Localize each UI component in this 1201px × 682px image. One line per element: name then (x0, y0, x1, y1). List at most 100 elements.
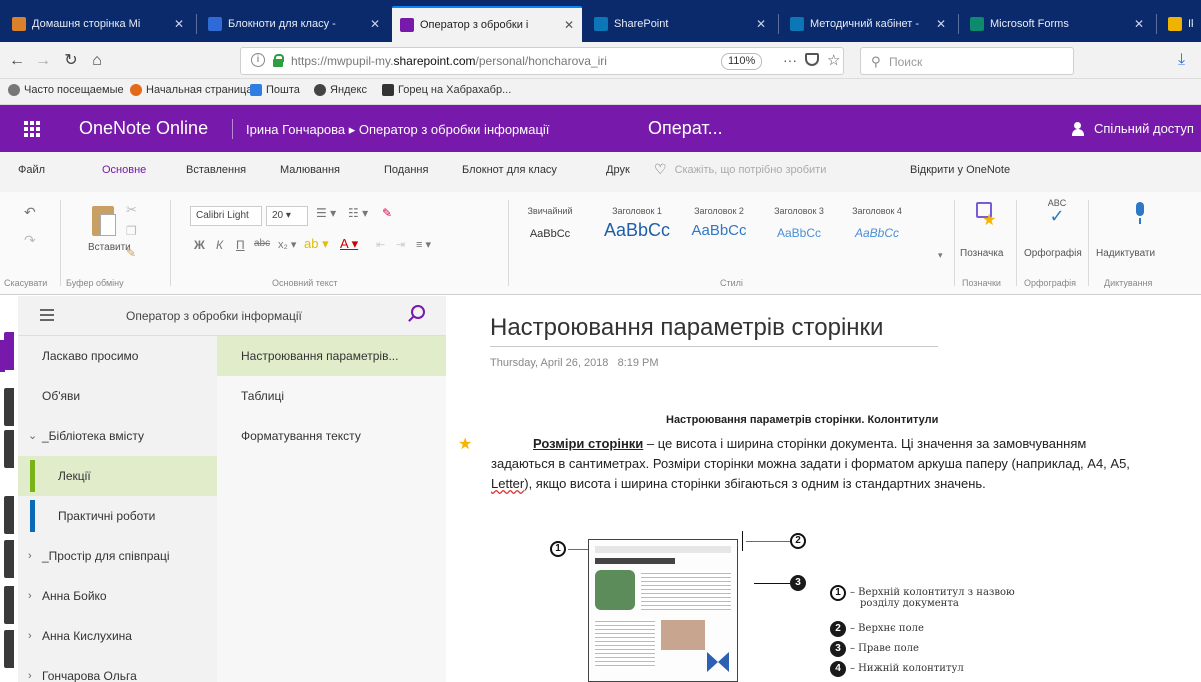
section-item[interactable]: Об'яви (18, 376, 217, 416)
site-info-icon[interactable]: i (251, 53, 265, 67)
rail-tab[interactable] (4, 540, 14, 578)
subscript-icon[interactable]: x₂ ▾ (278, 238, 296, 251)
body-paragraph[interactable]: Розміри сторінки – це висота і ширина ст… (491, 434, 1141, 494)
rail-tab[interactable] (4, 430, 14, 468)
underline-icon[interactable]: П (236, 238, 245, 252)
tell-me-search[interactable]: ♡ Скажіть, що потрібно зробити (654, 161, 826, 178)
rail-tab[interactable] (4, 332, 14, 370)
browser-tab[interactable]: Microsoft Forms ✕ (962, 6, 1152, 42)
style-heading-4[interactable]: Заголовок 4 AaBbCc (842, 206, 912, 240)
download-icon[interactable]: ⤓ (1178, 51, 1185, 69)
rail-tab[interactable] (4, 496, 14, 534)
browser-tab[interactable]: Домашня сторінка Mi ✕ (4, 6, 192, 42)
outdent-icon[interactable]: ⇤ (376, 238, 385, 251)
section-item[interactable]: Практичні роботи (18, 496, 217, 536)
tag-button[interactable]: Позначка (960, 248, 1003, 259)
page-item[interactable]: Форматування тексту (217, 416, 446, 456)
paste-icon[interactable] (88, 202, 118, 238)
rail-tab[interactable] (4, 388, 14, 426)
open-in-onenote-link[interactable]: Відкрити у OneNote (910, 164, 1010, 176)
pocket-icon[interactable] (805, 53, 819, 66)
font-color-icon[interactable]: A ▾ (340, 236, 358, 252)
breadcrumb[interactable]: Ірина Гончарова ▸ Оператор з обробки інф… (246, 122, 549, 138)
copy-icon[interactable]: ❐ (126, 224, 137, 238)
notebook-title[interactable]: Оператор з обробки інформації (126, 309, 302, 323)
align-icon[interactable]: ≡ ▾ (416, 238, 431, 251)
browser-tab[interactable]: Ik (1160, 6, 1201, 42)
bookmark-star-icon[interactable]: ☆ (827, 51, 840, 69)
spelling-icon[interactable]: ABC ✓ (1042, 198, 1072, 228)
section-heading[interactable]: Настроювання параметрів сторінки. Колонт… (666, 414, 938, 426)
tab-close-icon[interactable]: ✕ (936, 17, 946, 31)
microphone-icon[interactable] (1134, 202, 1146, 228)
tab-view[interactable]: Подання (384, 164, 428, 176)
section-group[interactable]: › Анна Бойко (18, 576, 217, 616)
font-size-select[interactable]: 20 ▾ (266, 206, 308, 226)
undo-icon[interactable]: ↶ (24, 204, 36, 221)
browser-tab[interactable]: Блокноти для класу - ✕ (200, 6, 388, 42)
hamburger-menu-icon[interactable] (40, 309, 54, 321)
forward-arrow-icon[interactable]: → (32, 50, 54, 72)
browser-tab[interactable]: Методичний кабінет - ✕ (782, 6, 954, 42)
strikethrough-icon[interactable]: abc (254, 238, 270, 249)
bookmark-item[interactable]: Часто посещаемые (8, 84, 124, 96)
font-name-select[interactable]: Calibri Light (190, 206, 262, 226)
italic-icon[interactable]: К (216, 238, 223, 252)
bookmark-item[interactable]: Яндекс (314, 84, 367, 96)
bold-icon[interactable]: Ж (194, 238, 205, 252)
section-item-selected[interactable]: Лекції (18, 456, 217, 496)
style-normal[interactable]: Звичайний AaBbCc (520, 206, 580, 240)
tab-class-notebook[interactable]: Блокнот для класу (462, 164, 557, 176)
clear-formatting-icon[interactable]: ✎ (382, 206, 392, 220)
app-launcher-icon[interactable] (24, 121, 40, 137)
indent-icon[interactable]: ⇥ (396, 238, 405, 251)
bullets-icon[interactable]: ☰ ▾ (316, 206, 336, 220)
style-heading-3[interactable]: Заголовок 3 AaBbCc (764, 206, 834, 240)
tag-icon[interactable]: ★ (974, 200, 1000, 229)
address-bar[interactable]: i https://mwpupil-my.sharepoint.com/pers… (240, 47, 844, 75)
paste-button[interactable]: Вставити (88, 242, 131, 253)
page-item-selected[interactable]: Настроювання параметрів... (217, 336, 446, 376)
section-group[interactable]: › _Простір для співпраці (18, 536, 217, 576)
tab-close-icon[interactable]: ✕ (370, 17, 380, 31)
reload-icon[interactable]: ↻ (60, 50, 82, 72)
numbering-icon[interactable]: ☷ ▾ (348, 206, 368, 220)
bookmark-item[interactable]: Горец на Хабрахабр... (382, 84, 511, 96)
page-actions-icon[interactable]: ··· (783, 52, 797, 68)
home-icon[interactable]: ⌂ (86, 50, 108, 72)
section-group[interactable]: › Анна Кислухина (18, 616, 217, 656)
tab-close-icon[interactable]: ✕ (756, 17, 766, 31)
search-input[interactable]: ⚲ Поиск (860, 47, 1074, 75)
spelling-button[interactable]: Орфографія (1024, 248, 1082, 259)
page-canvas[interactable]: Настроювання параметрів сторінки Thursda… (446, 296, 1201, 682)
app-title[interactable]: OneNote Online (79, 118, 208, 139)
share-button[interactable]: Спільний доступ (1072, 121, 1194, 136)
rail-tab[interactable] (4, 586, 14, 624)
tab-close-icon[interactable]: ✕ (174, 17, 184, 31)
format-painter-icon[interactable]: ✎ (126, 246, 136, 260)
tab-home[interactable]: Основне (102, 164, 146, 176)
tab-close-icon[interactable]: ✕ (564, 18, 574, 32)
tab-insert[interactable]: Вставлення (186, 164, 246, 176)
browser-tab[interactable]: SharePoint ✕ (586, 6, 774, 42)
dictate-button[interactable]: Надиктувати (1096, 248, 1155, 259)
zoom-level-badge[interactable]: 110% (721, 53, 763, 70)
page-name-chip[interactable]: Операт... (648, 118, 723, 139)
tab-close-icon[interactable]: ✕ (1134, 17, 1144, 31)
tab-print[interactable]: Друк (606, 164, 630, 176)
style-heading-2[interactable]: Заголовок 2 AaBbCc (684, 206, 754, 239)
style-heading-1[interactable]: Заголовок 1 AaBbCc (598, 206, 676, 241)
page-layout-figure[interactable]: 1 2 3 1 – Верхній колонтитул з назвою роз… (546, 531, 1106, 682)
page-item[interactable]: Таблиці (217, 376, 446, 416)
bookmark-item[interactable]: Начальная страница (130, 84, 252, 96)
section-item[interactable]: Ласкаво просимо (0, 336, 217, 376)
search-icon[interactable] (411, 305, 425, 319)
back-arrow-icon[interactable]: ← (6, 50, 28, 72)
highlight-icon[interactable]: ab ▾ (304, 236, 329, 252)
browser-tab-active[interactable]: Оператор з обробки і ✕ (392, 6, 582, 42)
styles-more-icon[interactable]: ▾ (938, 250, 943, 261)
url-text[interactable]: https://mwpupil-my.sharepoint.com/person… (291, 54, 681, 68)
bookmark-item[interactable]: Пошта (250, 84, 300, 96)
tab-draw[interactable]: Малювання (280, 164, 340, 176)
section-group[interactable]: › Гончарова Ольга (18, 656, 217, 682)
